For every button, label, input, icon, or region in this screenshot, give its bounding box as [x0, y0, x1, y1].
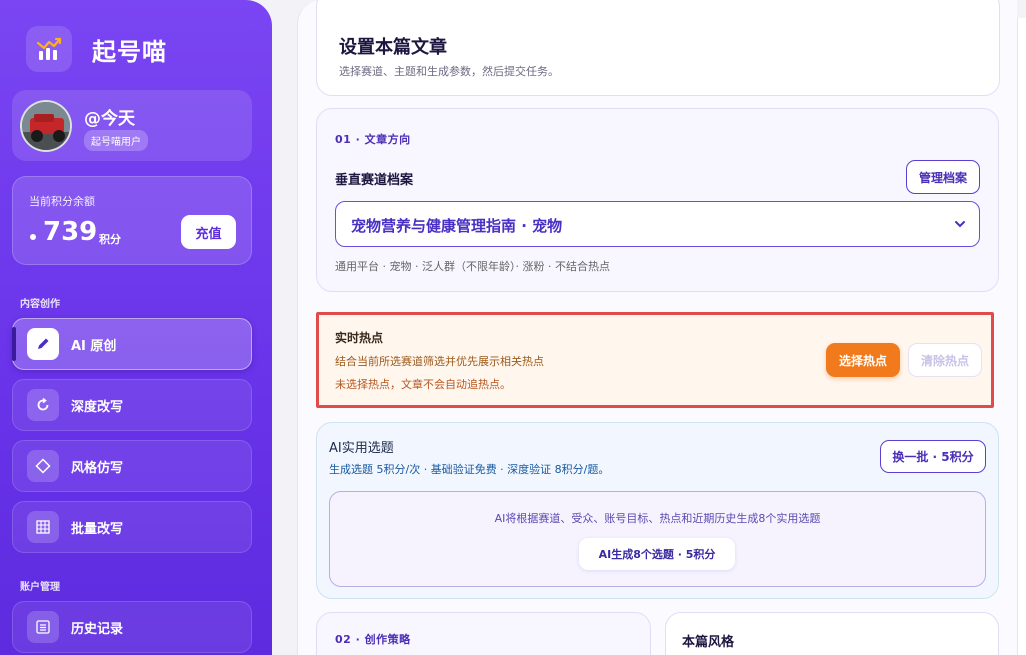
diamond-icon — [27, 450, 59, 482]
nav-label: 历史记录 — [71, 621, 124, 637]
brand-name: 起号喵 — [92, 37, 167, 66]
points-label: 当前积分余额 — [29, 195, 95, 208]
list-icon — [27, 611, 59, 643]
header-panel: 设置本篇文章 选择赛道、主题和生成参数，然后提交任务。 — [316, 0, 1000, 96]
niche-select[interactable]: 宠物营养与健康管理指南 · 宠物 — [335, 201, 980, 247]
nav-label: 批量改写 — [71, 521, 124, 537]
hot-description: 结合当前所选赛道筛选并优先展示相关热点 — [335, 355, 544, 368]
page-title: 设置本篇文章 — [339, 37, 447, 58]
refresh-batch-button[interactable]: 换一批 · 5积分 — [880, 440, 986, 473]
scrollbar[interactable] — [1017, 18, 1026, 655]
hot-warning: 未选择热点，文章不会自动追热点。 — [335, 378, 511, 391]
points-value: 739 — [43, 217, 98, 247]
ai-topics-title: AI实用选题 — [329, 441, 394, 456]
avatar[interactable] — [20, 100, 72, 152]
niche-select-value: 宠物营养与健康管理指南 · 宠物 — [351, 217, 563, 235]
style-title: 本篇风格 — [682, 635, 735, 650]
ai-topics-hint: AI将根据赛道、受众、账号目标、热点和近期历史生成8个实用选题 — [494, 512, 821, 525]
nav-item-ai-original[interactable]: AI 原创 — [12, 318, 252, 370]
user-tag-badge: 起号喵用户 — [84, 130, 148, 151]
page-subtitle: 选择赛道、主题和生成参数，然后提交任务。 — [339, 65, 559, 78]
user-card[interactable]: @今天 起号喵用户 — [12, 90, 252, 161]
ai-topics-panel: AI实用选题 生成选题 5积分/次 · 基础验证免费 · 深度验证 8积分/题。… — [316, 422, 999, 599]
user-name: @今天 — [84, 109, 135, 129]
section-label-account: 账户管理 — [20, 582, 60, 593]
brand[interactable]: 起号喵 — [26, 26, 167, 72]
points-unit: 积分 — [99, 233, 121, 246]
nav-label: AI 原创 — [71, 338, 117, 354]
dot-icon — [30, 234, 36, 240]
refresh-icon — [27, 389, 59, 421]
clear-hot-button[interactable]: 清除热点 — [908, 343, 982, 377]
nav-item-batch-rewrite[interactable]: 批量改写 — [12, 501, 252, 553]
strategy-panel: 02 · 创作策略 — [316, 612, 651, 655]
nav-label: 深度改写 — [71, 399, 124, 415]
nav-label: 风格仿写 — [71, 460, 124, 476]
manage-profile-button[interactable]: 管理档案 — [906, 160, 980, 194]
select-hot-button[interactable]: 选择热点 — [826, 343, 900, 377]
main-content: 设置本篇文章 选择赛道、主题和生成参数，然后提交任务。 01 · 文章方向 垂直… — [297, 0, 1017, 655]
nav-item-deep-rewrite[interactable]: 深度改写 — [12, 379, 252, 431]
direction-panel: 01 · 文章方向 垂直赛道档案 管理档案 宠物营养与健康管理指南 · 宠物 通… — [316, 108, 999, 292]
generate-topics-button[interactable]: AI生成8个选题 · 5积分 — [579, 538, 735, 570]
hot-topics-panel: 实时热点 结合当前所选赛道筛选并优先展示相关热点 未选择热点，文章不会自动追热点… — [316, 312, 994, 408]
sidebar: 起号喵 @今天 起号喵用户 当前积分余额 739 积分 充值 内容创作 AI 原… — [0, 0, 272, 655]
niche-hint: 通用平台 · 宠物 · 泛人群（不限年龄）· 涨粉 · 不结合热点 — [335, 260, 610, 273]
nav-item-history[interactable]: 历史记录 — [12, 601, 252, 653]
grid-icon — [27, 511, 59, 543]
pen-icon — [27, 328, 59, 360]
step-label: 01 · 文章方向 — [335, 133, 411, 146]
chevron-down-icon — [953, 216, 967, 235]
nav-item-style-imitation[interactable]: 风格仿写 — [12, 440, 252, 492]
ai-topics-subtitle: 生成选题 5积分/次 · 基础验证免费 · 深度验证 8积分/题。 — [329, 463, 610, 476]
points-card: 当前积分余额 739 积分 充值 — [12, 176, 252, 265]
step-label: 02 · 创作策略 — [335, 633, 411, 646]
recharge-button[interactable]: 充值 — [181, 215, 236, 249]
section-label-content: 内容创作 — [20, 299, 60, 310]
hot-title: 实时热点 — [335, 331, 384, 345]
field-label-niche-profile: 垂直赛道档案 — [335, 173, 414, 188]
style-panel: 本篇风格 — [665, 612, 999, 655]
chart-logo-icon — [26, 26, 72, 72]
ai-topics-empty-state: AI将根据赛道、受众、账号目标、热点和近期历史生成8个实用选题 AI生成8个选题… — [329, 491, 986, 587]
